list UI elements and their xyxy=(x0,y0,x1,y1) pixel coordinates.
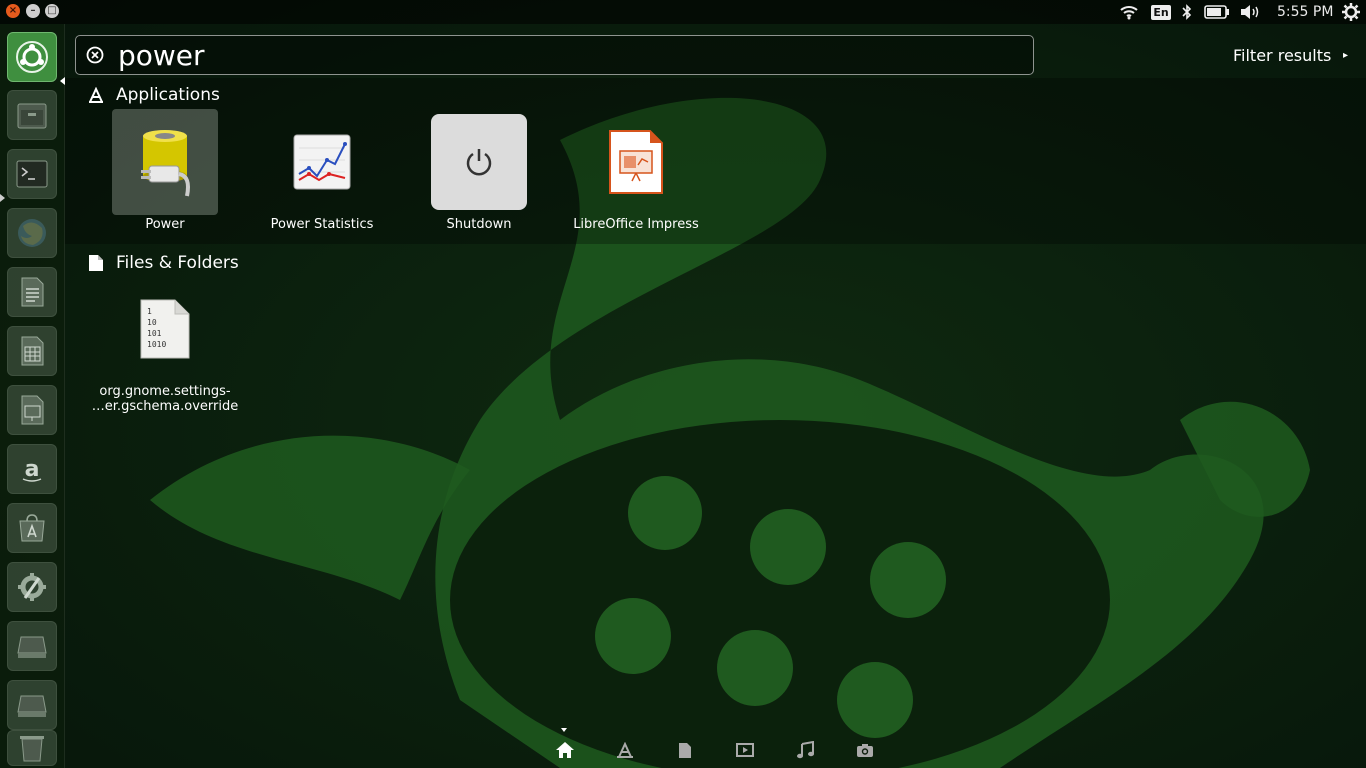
result-label: LibreOffice Impress xyxy=(573,217,699,232)
music-lens-icon xyxy=(797,741,814,759)
result-shutdown[interactable]: Shutdown xyxy=(399,109,559,232)
launcher-trash[interactable] xyxy=(7,730,57,766)
wifi-icon[interactable] xyxy=(1118,2,1140,22)
libreoffice-writer-icon xyxy=(21,277,44,307)
applications-category-icon xyxy=(89,87,103,103)
home-lens-icon xyxy=(556,742,574,758)
category-files-folders[interactable]: Files & Folders xyxy=(88,253,239,273)
photo-lens-icon xyxy=(857,743,873,757)
result-icon-container xyxy=(112,109,218,215)
launcher-terminal[interactable] xyxy=(7,149,57,199)
result-power[interactable]: Power xyxy=(85,109,245,232)
firefox-icon xyxy=(18,219,46,247)
system-settings-icon xyxy=(18,573,46,601)
svg-text:a: a xyxy=(25,457,40,482)
clear-search-icon[interactable] xyxy=(86,46,104,64)
amazon-icon: a xyxy=(22,457,42,482)
binary-line: 10 xyxy=(147,318,157,327)
launcher-files[interactable] xyxy=(7,90,57,140)
ubuntu-logo-icon xyxy=(16,41,48,73)
result-label: Power xyxy=(145,217,185,232)
files-icon xyxy=(17,103,47,129)
category-title: Files & Folders xyxy=(116,253,239,273)
applications-lens-icon xyxy=(617,742,633,758)
photo-lens-button[interactable] xyxy=(855,740,875,760)
binary-file-icon: 1 10 101 1010 xyxy=(140,299,190,359)
libreoffice-calc-icon xyxy=(21,336,44,366)
binary-line: 1010 xyxy=(147,340,166,349)
search-input[interactable] xyxy=(118,38,998,72)
clock[interactable]: 5:55 PM xyxy=(1277,4,1333,20)
result-label: Shutdown xyxy=(446,217,512,232)
keyboard-layout-indicator[interactable]: En xyxy=(1150,2,1172,22)
launcher-drive-2[interactable] xyxy=(7,680,57,730)
result-icon-container xyxy=(426,109,532,215)
filter-results-button[interactable]: Filter results xyxy=(1233,46,1331,65)
filter-results-arrow-icon[interactable]: ▸ xyxy=(1343,50,1348,61)
launcher-firefox[interactable] xyxy=(7,208,57,258)
video-lens-icon xyxy=(736,743,754,757)
music-lens-button[interactable] xyxy=(795,740,815,760)
result-label-line2: …er.gschema.override xyxy=(91,399,239,414)
category-title: Applications xyxy=(116,85,220,105)
libreoffice-impress-icon xyxy=(609,130,663,194)
lens-bar xyxy=(64,728,1366,768)
close-window-button[interactable]: × xyxy=(6,4,20,18)
launcher-drive-1[interactable] xyxy=(7,621,57,671)
result-icon-container xyxy=(583,109,689,215)
volume-icon[interactable] xyxy=(1239,2,1263,22)
launcher-system-settings[interactable] xyxy=(7,562,57,612)
software-center-icon xyxy=(19,514,45,542)
category-applications[interactable]: Applications xyxy=(88,85,220,105)
result-libreoffice-impress[interactable]: LibreOffice Impress xyxy=(556,109,716,232)
result-icon-container: 1 10 101 1010 xyxy=(112,276,218,382)
binary-line: 101 xyxy=(147,329,162,338)
launcher-libreoffice-impress[interactable] xyxy=(7,385,57,435)
binary-line: 1 xyxy=(147,307,152,316)
result-label-line1: org.gnome.settings- xyxy=(99,384,231,399)
libreoffice-impress-icon xyxy=(21,395,44,425)
result-label: Power Statistics xyxy=(270,217,374,232)
launcher-libreoffice-writer[interactable] xyxy=(7,267,57,317)
launcher-software-center[interactable] xyxy=(7,503,57,553)
bluetooth-icon[interactable] xyxy=(1180,2,1194,22)
shutdown-tile xyxy=(431,114,527,210)
power-battery-icon xyxy=(141,130,190,197)
file-category-icon xyxy=(89,255,103,271)
drive-icon xyxy=(17,695,47,717)
shutdown-icon xyxy=(466,149,492,176)
home-lens-button[interactable] xyxy=(555,740,575,760)
maximize-window-button[interactable]: □ xyxy=(45,4,59,18)
keyboard-layout-label: En xyxy=(1151,4,1171,20)
terminal-icon xyxy=(16,160,48,188)
video-lens-button[interactable] xyxy=(735,740,755,760)
launcher-libreoffice-calc[interactable] xyxy=(7,326,57,376)
dash-search-box[interactable] xyxy=(75,35,1034,75)
trash-icon xyxy=(20,736,44,762)
drive-icon xyxy=(17,636,47,658)
applications-lens-button[interactable] xyxy=(615,740,635,760)
launcher-amazon[interactable]: a xyxy=(7,444,57,494)
top-panel: × – □ En 5:55 PM xyxy=(0,0,1366,24)
dash-home-button[interactable] xyxy=(7,32,57,82)
launcher-active-arrow xyxy=(60,77,65,85)
result-power-statistics[interactable]: Power Statistics xyxy=(242,109,402,232)
files-lens-icon xyxy=(679,742,691,758)
result-gschema-override-file[interactable]: 1 10 101 1010 org.gnome.settings- …er.gs… xyxy=(85,276,245,414)
result-icon-container xyxy=(269,109,375,215)
launcher: a xyxy=(0,24,65,768)
gear-icon[interactable] xyxy=(1340,2,1362,22)
minimize-window-button[interactable]: – xyxy=(26,4,40,18)
files-lens-button[interactable] xyxy=(675,740,695,760)
launcher-running-indicator xyxy=(0,194,5,202)
battery-icon[interactable] xyxy=(1203,2,1231,22)
power-statistics-icon xyxy=(293,134,351,190)
